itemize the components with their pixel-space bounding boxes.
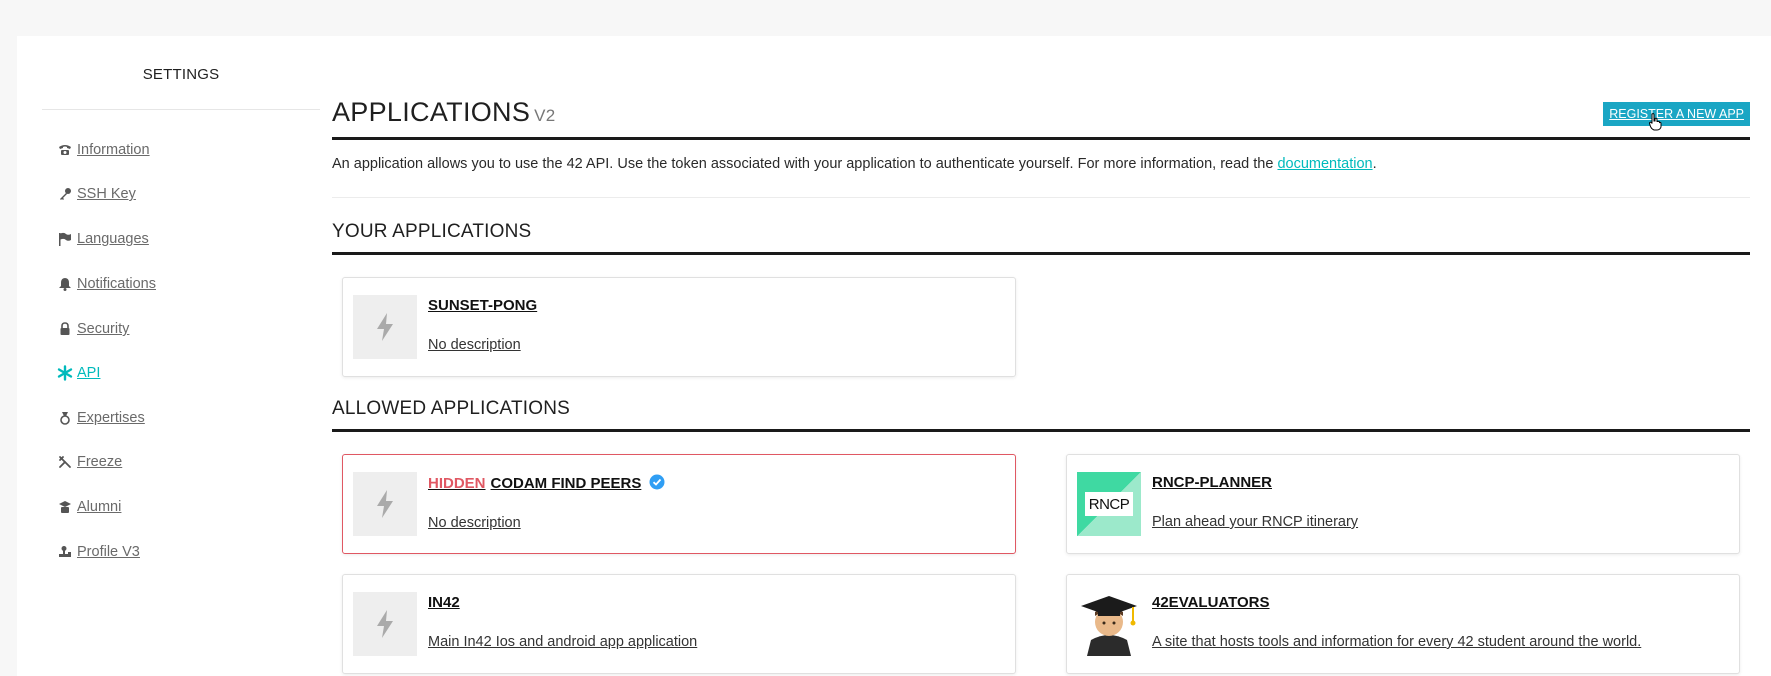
app-name[interactable]: 42EVALUATORS: [1152, 594, 1270, 611]
sidebar-item-api[interactable]: API: [57, 365, 100, 381]
rncp-logo-text: RNCP: [1085, 492, 1133, 516]
sidebar-title: SETTINGS: [42, 36, 320, 110]
snowflake-icon: [57, 454, 73, 470]
api-version: V2: [534, 106, 556, 125]
register-new-app-button[interactable]: REGISTER A NEW APP: [1603, 102, 1750, 126]
verified-icon: [649, 474, 665, 494]
app-thumbnail: [353, 472, 417, 536]
sidebar-item-ssh-key[interactable]: SSH Key: [57, 186, 136, 202]
settings-sidebar: SETTINGS Information SSH Key Languages N…: [42, 36, 320, 560]
sidebar-item-label: Alumni: [77, 499, 122, 515]
page-title: APPLICATIONS V2: [332, 97, 556, 128]
lightning-icon: [377, 313, 393, 341]
sidebar-item-label: SSH Key: [77, 186, 136, 202]
phone-icon: [57, 142, 73, 158]
sidebar-item-label: Expertises: [77, 410, 145, 426]
sidebar-item-label: Notifications: [77, 276, 156, 292]
sidebar-item-security[interactable]: Security: [57, 321, 129, 337]
app-description[interactable]: A site that hosts tools and information …: [1152, 634, 1641, 650]
sidebar-item-label: Information: [77, 142, 150, 158]
applications-header: APPLICATIONS V2 REGISTER A NEW APP: [332, 97, 1750, 140]
sidebar-item-languages[interactable]: Languages: [57, 231, 149, 247]
key-icon: [57, 186, 73, 202]
app-card-codam-find-peers[interactable]: HIDDEN CODAM FIND PEERS No description: [342, 454, 1016, 554]
app-card-in42[interactable]: IN42 Main In42 Ios and android app appli…: [342, 574, 1016, 674]
sidebar-item-label: Freeze: [77, 454, 123, 470]
sidebar-item-freeze[interactable]: Freeze: [57, 454, 122, 470]
sidebar-item-label: API: [77, 365, 101, 381]
app-description[interactable]: Main In42 Ios and android app applicatio…: [428, 634, 697, 650]
lightning-icon: [377, 490, 393, 518]
app-name[interactable]: RNCP-PLANNER: [1152, 474, 1272, 491]
divider: [332, 197, 1750, 198]
app-card-rncp-planner[interactable]: RNCP RNCP-PLANNER Plan ahead your RNCP i…: [1066, 454, 1740, 554]
app-description[interactable]: No description: [428, 337, 521, 353]
app-name[interactable]: SUNSET-PONG: [428, 297, 537, 314]
intro-end: .: [1372, 156, 1377, 172]
sidebar-item-label: Languages: [77, 231, 149, 247]
stamp-icon: [57, 544, 73, 560]
sidebar-item-alumni[interactable]: Alumni: [57, 499, 121, 515]
app-name[interactable]: HIDDEN CODAM FIND PEERS: [428, 474, 665, 494]
asterisk-icon: [57, 365, 73, 381]
intro-text: An application allows you to use the 42 …: [332, 156, 1377, 172]
medal-icon: [57, 410, 73, 426]
app-card-sunset-pong[interactable]: SUNSET-PONG No description: [342, 277, 1016, 377]
allowed-applications-title: ALLOWED APPLICATIONS: [332, 398, 1750, 432]
graduate-icon: [57, 499, 73, 515]
your-applications-title: YOUR APPLICATIONS: [332, 221, 1750, 255]
sidebar-item-profile-v3[interactable]: Profile V3: [57, 544, 140, 560]
app-description[interactable]: Plan ahead your RNCP itinerary: [1152, 514, 1358, 530]
sidebar-item-label: Profile V3: [77, 544, 140, 560]
app-name[interactable]: IN42: [428, 594, 460, 611]
app-thumbnail: [353, 592, 417, 656]
documentation-link[interactable]: documentation: [1277, 156, 1372, 172]
app-card-42evaluators[interactable]: 42EVALUATORS A site that hosts tools and…: [1066, 574, 1740, 674]
sidebar-item-expertises[interactable]: Expertises: [57, 410, 145, 426]
graduate-emoji-icon: [1077, 592, 1141, 656]
lightning-icon: [377, 610, 393, 638]
settings-page: SETTINGS Information SSH Key Languages N…: [17, 36, 1771, 676]
page-title-text: APPLICATIONS: [332, 97, 531, 127]
hidden-badge: HIDDEN: [428, 474, 486, 492]
intro-body: An application allows you to use the 42 …: [332, 156, 1278, 172]
app-description[interactable]: No description: [428, 515, 521, 531]
rncp-logo: RNCP: [1077, 472, 1141, 536]
app-thumbnail: [353, 295, 417, 359]
sidebar-item-label: Security: [77, 321, 130, 337]
bell-icon: [57, 276, 73, 292]
sidebar-item-notifications[interactable]: Notifications: [57, 276, 156, 292]
app-name-text: CODAM FIND PEERS: [490, 474, 642, 492]
flag-icon: [57, 231, 73, 247]
sidebar-item-information[interactable]: Information: [57, 142, 150, 158]
cursor-icon: [1648, 113, 1662, 131]
lock-icon: [57, 321, 73, 337]
